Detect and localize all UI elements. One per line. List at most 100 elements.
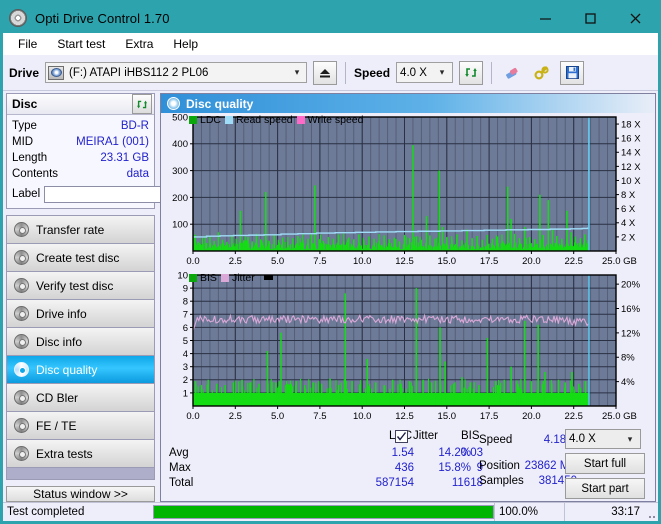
start-full-button[interactable]: Start full: [565, 453, 645, 474]
sidebar-item-transfer-rate[interactable]: Transfer rate: [7, 216, 154, 244]
sidebar-item-drive-info[interactable]: Drive info: [7, 300, 154, 328]
svg-text:12%: 12%: [621, 328, 641, 339]
sidebar-item-verify-test-disc[interactable]: Verify test disc: [7, 272, 154, 300]
erase-button[interactable]: [500, 60, 525, 85]
sidebar-spacer: [7, 468, 154, 480]
disc-row-key: Length: [12, 152, 48, 164]
svg-text:100: 100: [172, 220, 188, 231]
legend-item-jitter: Jitter: [220, 271, 255, 284]
sidebar: Disc Type BD-R MID MEIRA1 (001) Length 2…: [3, 91, 248, 502]
eject-button[interactable]: [313, 60, 338, 85]
svg-text:1: 1: [183, 388, 188, 399]
svg-text:300: 300: [172, 166, 188, 177]
sidebar-nav: Transfer rate Create test disc Verify te…: [6, 215, 155, 480]
disc-icon: [14, 306, 29, 321]
sidebar-item-label: Verify test disc: [36, 278, 114, 293]
legend-swatch-bis: [189, 273, 197, 282]
legend-label: LDC: [200, 113, 222, 126]
stats-row-max: Max: [169, 462, 191, 474]
svg-text:2.5: 2.5: [229, 411, 242, 422]
speed-select-value: 4.0 X: [400, 66, 427, 79]
legend-swatch-write-speed: [296, 115, 305, 124]
svg-text:10.0: 10.0: [353, 411, 372, 422]
legend-item-ldc: LDC: [189, 114, 221, 126]
svg-text:20.0: 20.0: [522, 256, 541, 267]
refresh-button[interactable]: [459, 60, 484, 85]
progress-percent: 100.0%: [494, 503, 564, 521]
sidebar-item-label: Extra tests: [36, 446, 93, 461]
svg-text:8: 8: [183, 297, 188, 308]
sidebar-item-fe-te[interactable]: FE / TE: [7, 412, 154, 440]
disc-icon: [14, 334, 29, 349]
body: Disc Type BD-R MID MEIRA1 (001) Length 2…: [3, 91, 658, 502]
save-button[interactable]: [560, 60, 585, 85]
menu-help[interactable]: Help: [164, 35, 207, 53]
drive-icon: [48, 65, 65, 80]
svg-text:7.5: 7.5: [313, 411, 326, 422]
legend-label: BIS: [200, 271, 217, 284]
disc-panel: Disc Type BD-R MID MEIRA1 (001) Length 2…: [6, 93, 248, 209]
svg-text:8%: 8%: [621, 353, 635, 364]
svg-text:2 X: 2 X: [621, 232, 636, 243]
disc-quality-icon: [167, 97, 180, 110]
svg-text:5.0: 5.0: [271, 256, 284, 267]
sidebar-item-extra-tests[interactable]: Extra tests: [7, 440, 154, 468]
status-bar: Test completed 100.0% 33:17: [3, 502, 658, 521]
menu-start-test[interactable]: Start test: [48, 35, 114, 53]
disc-icon: [14, 250, 29, 265]
result-speed-select[interactable]: 4.0 X ▾: [565, 429, 641, 449]
jitter-checkbox[interactable]: [395, 430, 408, 443]
settings-button[interactable]: [530, 60, 555, 85]
sidebar-item-disc-info[interactable]: Disc info: [7, 328, 154, 356]
menu-file[interactable]: File: [9, 35, 46, 53]
start-part-button[interactable]: Start part: [565, 478, 645, 499]
drive-select[interactable]: (F:) ATAPI iHBS112 2 PL06 ▾: [45, 62, 308, 83]
svg-text:200: 200: [172, 193, 188, 204]
disc-label-row: Label: [12, 184, 248, 204]
elapsed-time: 33:17: [564, 503, 644, 521]
legend-swatch-jitter: [220, 273, 229, 282]
bis-jitter-chart: BIS Jitter 1 2 3 4 5 6 7 8 9 10 4% 8% 12% 16% 20% 0.0 2.…: [161, 271, 655, 426]
status-message: Test completed: [7, 506, 85, 518]
app-window: Opti Drive Control 1.70 File Start test …: [0, 0, 661, 524]
ldc-plot-wrap: 100 200 300 400 500 2 X 4 X 6 X 8 X 10 X 12 X 14 X 1…: [161, 113, 655, 271]
disc-info-rows: Type BD-R MID MEIRA1 (001) Length 23.31 …: [7, 115, 248, 208]
page-title: Disc quality: [186, 96, 254, 111]
minimize-icon[interactable]: [523, 3, 568, 33]
speed-select[interactable]: 4.0 X ▾: [396, 62, 454, 83]
disc-icon: [14, 278, 29, 293]
chevron-down-icon: ▾: [294, 67, 300, 77]
legend-item-write-speed: Write speed: [296, 114, 364, 126]
svg-text:0.0: 0.0: [186, 256, 199, 267]
sidebar-item-create-test-disc[interactable]: Create test disc: [7, 244, 154, 272]
main-panel-header: Disc quality: [161, 94, 655, 113]
sidebar-item-cd-bler[interactable]: CD Bler: [7, 384, 154, 412]
stats-ldc-total: 587154: [375, 477, 414, 489]
resize-grip-icon[interactable]: [644, 503, 658, 521]
disc-panel-title: Disc: [12, 97, 38, 111]
charts-area: LDC Read speed Write speed 100 200 300 400 5…: [161, 113, 655, 501]
svg-text:16%: 16%: [621, 304, 641, 315]
legend-label: Jitter: [231, 271, 255, 284]
svg-text:2.5: 2.5: [229, 256, 242, 267]
legend-item-read-speed: Read speed: [225, 114, 293, 126]
sidebar-item-disc-quality[interactable]: Disc quality: [7, 356, 154, 384]
stats-col-bis: BIS: [461, 430, 480, 442]
jitter-label: Jitter: [413, 430, 438, 442]
disc-label-key: Label: [12, 188, 41, 200]
status-window-button[interactable]: Status window >>: [6, 486, 155, 502]
disc-row-length: Length 23.31 GB: [12, 150, 149, 166]
speed-label: Speed: [354, 65, 391, 80]
disc-icon: [14, 362, 29, 377]
scale-marker-icon: [263, 275, 273, 280]
svg-text:500: 500: [172, 113, 188, 123]
close-icon[interactable]: [613, 3, 658, 33]
maximize-icon[interactable]: [568, 3, 613, 33]
sidebar-item-label: FE / TE: [36, 418, 77, 433]
menu-extra[interactable]: Extra: [116, 35, 162, 53]
svg-text:400: 400: [172, 139, 188, 150]
legend-label: Read speed: [236, 113, 293, 126]
app-icon: [9, 9, 27, 27]
drive-label: Drive: [9, 65, 40, 80]
disc-refresh-button[interactable]: [132, 94, 152, 114]
